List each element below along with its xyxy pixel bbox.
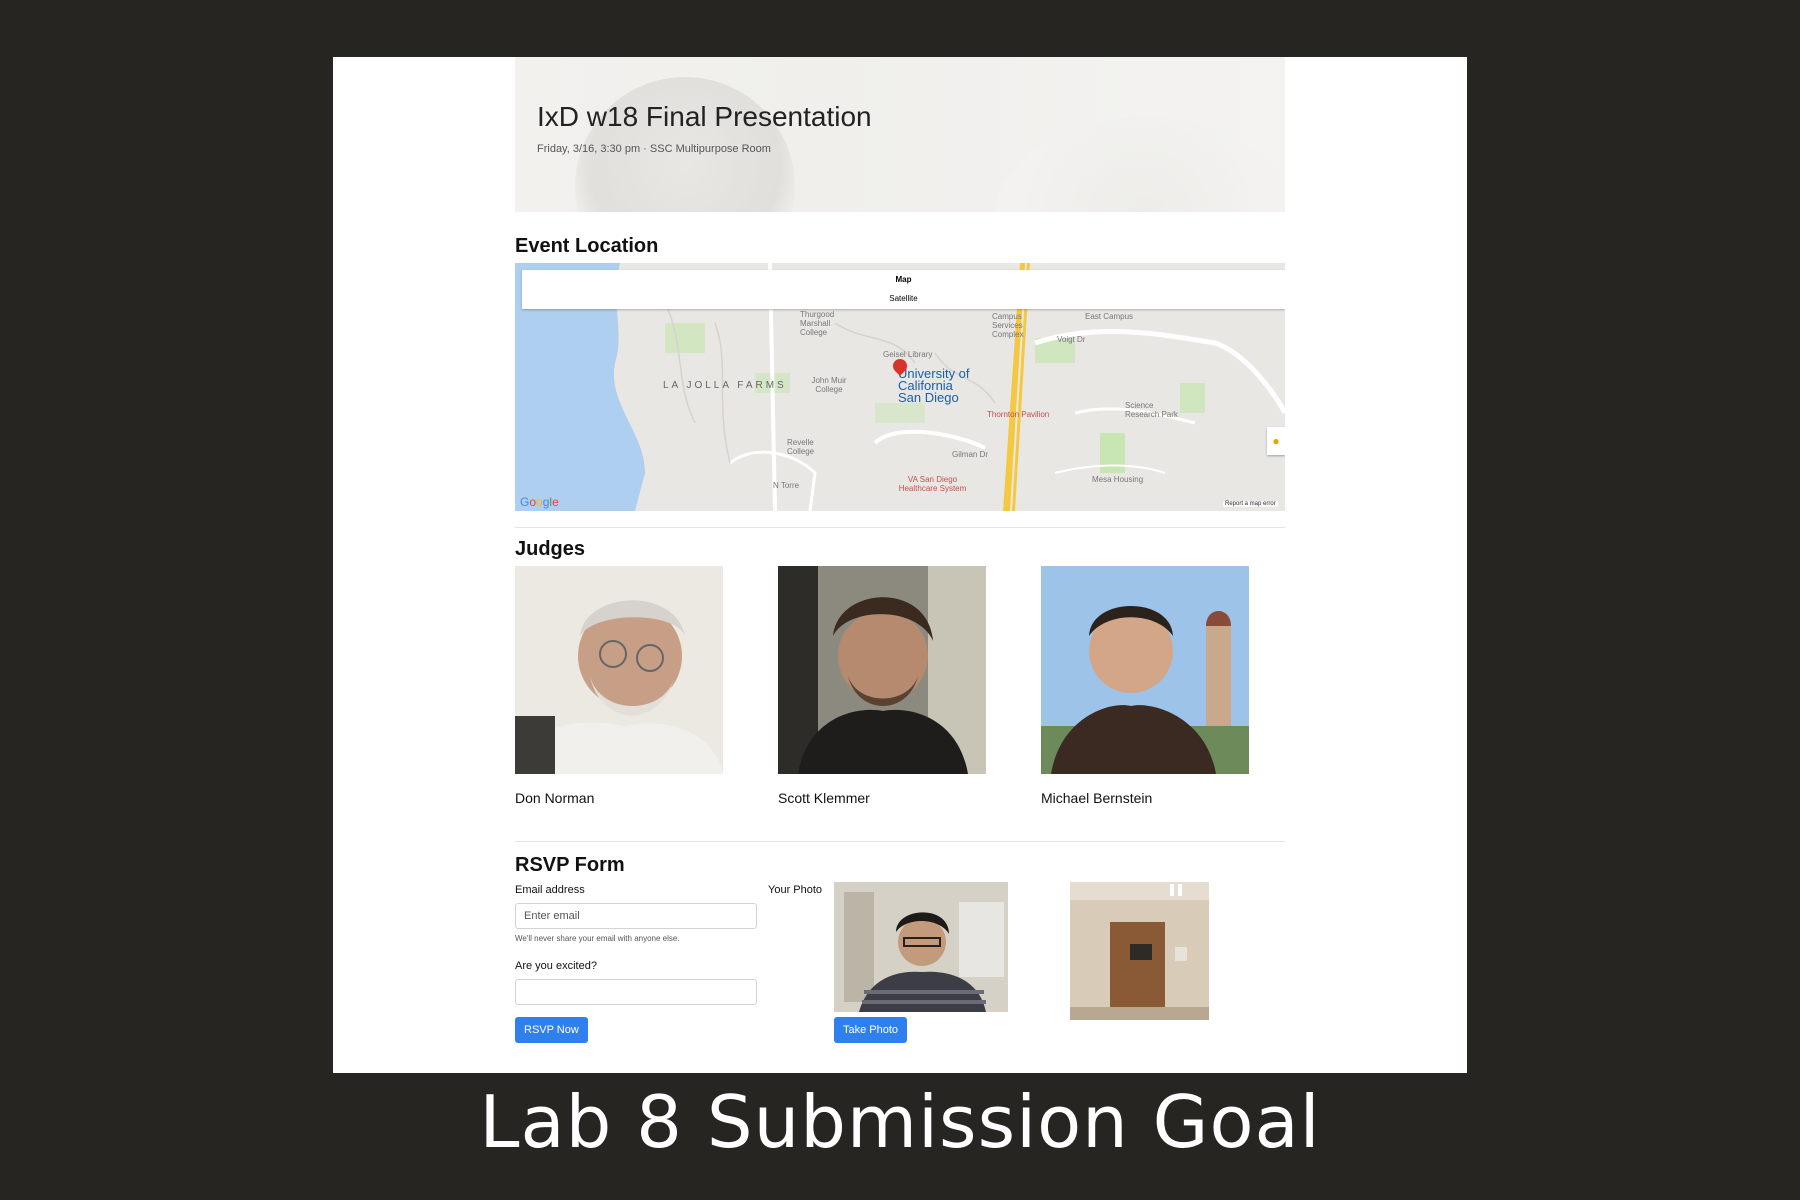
map-label-gilman: Gilman Dr [952,450,989,459]
rsvp-form-heading: RSVP Form [515,854,625,876]
judge-portrait-graphic [515,566,723,774]
map-label-n-torrey: N Torre [773,481,800,490]
map-label-geisel: Geisel Library [883,350,933,359]
captured-photo-graphic [1070,882,1209,1020]
email-field[interactable]: Enter email [515,903,757,929]
slide-caption: Lab 8 Submission Goal [479,1080,1321,1164]
page-content: IxD w18 Final Presentation Friday, 3/16,… [515,57,1285,1043]
map-type-satellite-option[interactable]: Satellite [522,289,1285,308]
email-label: Email address [515,884,585,896]
website-screenshot: IxD w18 Final Presentation Friday, 3/16,… [333,57,1467,1073]
map-label-mesa-housing: Mesa Housing [1092,475,1144,484]
map-label-va-san-diego: VA San Diego Healthcare System [898,475,967,493]
take-photo-button[interactable]: Take Photo [834,1017,908,1043]
map-label-thornton: Thornton Pavilion [987,410,1050,419]
section-divider [515,841,1285,842]
judges-heading: Judges [515,538,586,560]
judge-photo [515,566,723,774]
event-location-heading: Event Location [515,235,659,257]
map-label-john-muir: John Muir College [811,376,847,394]
map-label-campus-services: Campus Services Complex [992,312,1024,339]
webcam-preview-graphic [834,882,1008,1012]
event-map[interactable]: Map Satellite Thurgood Marshall College … [515,263,1285,511]
hero-header: IxD w18 Final Presentation Friday, 3/16,… [515,57,1285,212]
captured-photo [1070,882,1209,1020]
map-label-east-campus: East Campus [1085,312,1134,321]
map-type-control: Map Satellite [522,270,1285,309]
judge-name: Don Norman [515,790,595,806]
map-label-thurgood: Thurgood Marshall College [800,310,835,337]
judge-card: Don Norman [515,566,723,806]
email-help-text: We'll never share your email with anyone… [515,934,680,943]
map-label-la-jolla-farms: LA JOLLA FARMS [663,380,787,391]
webcam-preview [834,882,1008,1012]
map-label-science-park: Science Research Park [1125,401,1178,419]
map-type-map-option[interactable]: Map [522,270,1285,289]
event-title: IxD w18 Final Presentation [537,101,872,132]
judge-portrait-graphic [778,566,986,774]
judge-name: Michael Bernstein [1041,790,1153,806]
judge-photo [778,566,986,774]
pegman-icon[interactable]: ● [1267,427,1285,455]
map-label-revelle: Revelle College [787,438,815,456]
report-map-error-link[interactable]: Report a map error [1223,501,1278,507]
map-label-ucsd: University of California San Diego [898,366,970,405]
excited-label: Are you excited? [515,960,597,972]
hero-background-decoration [995,117,1285,212]
judge-card: Michael Bernstein [1041,566,1249,806]
judge-name: Scott Klemmer [778,790,870,806]
section-divider [515,527,1285,528]
map-label-voigt: Voigt Dr [1057,335,1086,344]
google-logo: Google [520,495,559,509]
judge-photo [1041,566,1249,774]
excited-field[interactable] [515,979,757,1005]
event-subtitle: Friday, 3/16, 3:30 pm · SSC Multipurpose… [537,143,771,155]
your-photo-label: Your Photo [768,884,823,896]
rsvp-now-button[interactable]: RSVP Now [515,1017,588,1043]
judge-card: Scott Klemmer [778,566,986,806]
judge-portrait-graphic [1041,566,1249,774]
